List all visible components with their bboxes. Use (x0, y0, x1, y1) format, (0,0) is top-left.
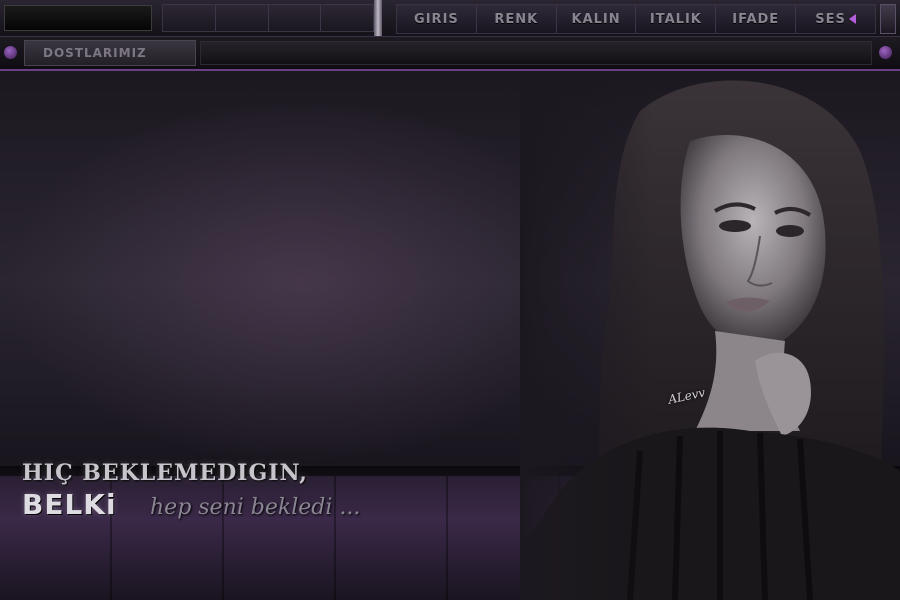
menu-label: ITALIK (649, 11, 702, 27)
portrait-image (520, 71, 900, 600)
menu-label: GIRIS (414, 11, 459, 27)
menu-giris-button[interactable]: GIRIS (397, 5, 477, 33)
toolbar-divider (374, 0, 382, 36)
toolbar-slot[interactable] (321, 5, 373, 31)
toolbar-menu: GIRIS RENK KALIN ITALIK IFADE SES (396, 4, 876, 34)
dot-icon (879, 46, 892, 59)
toolbar-slot[interactable] (269, 5, 322, 31)
friends-tab[interactable]: DOSTLARIMIZ (24, 40, 196, 66)
toolbar-slot-group (162, 4, 374, 32)
caption-script: hep seni bekledi ... (150, 495, 361, 520)
message-field[interactable] (200, 41, 872, 65)
background-scene: ALevv (0, 71, 900, 600)
caption-line1: HIÇ BEKLEMEDIGIN, (22, 460, 308, 486)
arrow-left-icon (848, 14, 856, 24)
friends-tab-label: DOSTLARIMIZ (43, 46, 147, 60)
menu-label: RENK (494, 11, 539, 27)
top-toolbar: GIRIS RENK KALIN ITALIK IFADE SES (0, 0, 900, 37)
menu-label: SES (815, 11, 846, 27)
toolbar-slot[interactable] (163, 5, 216, 31)
toolbar-end-cap (880, 4, 896, 34)
menu-renk-button[interactable]: RENK (477, 5, 557, 33)
menu-label: KALIN (571, 11, 621, 27)
menu-label: IFADE (732, 11, 780, 27)
nickname-field[interactable] (4, 5, 152, 31)
menu-italik-button[interactable]: ITALIK (636, 5, 717, 33)
dot-icon (4, 46, 17, 59)
toolbar-slot[interactable] (216, 5, 269, 31)
menu-ses-button[interactable]: SES (796, 5, 875, 33)
sub-toolbar: DOSTLARIMIZ (0, 37, 900, 71)
caption-big: BELKi (22, 488, 117, 521)
menu-ifade-button[interactable]: IFADE (716, 5, 797, 33)
menu-kalin-button[interactable]: KALIN (557, 5, 637, 33)
